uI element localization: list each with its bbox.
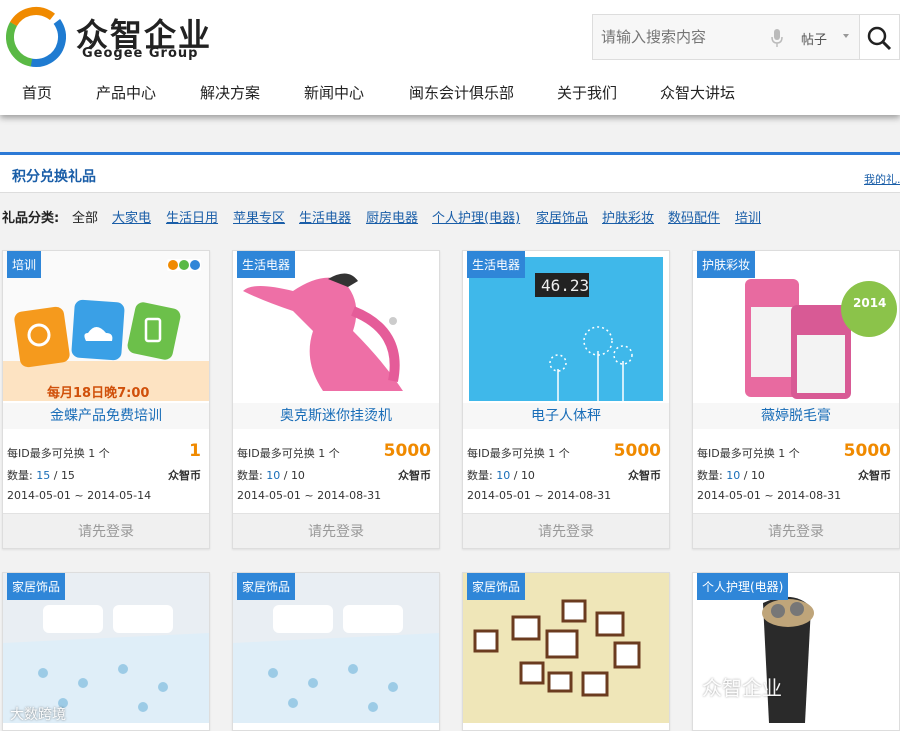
svg-text:46.23: 46.23 — [541, 276, 589, 295]
category-daily[interactable]: 生活日用 — [166, 207, 218, 226]
login-button[interactable]: 请先登录 — [3, 513, 209, 548]
date-range: 2014-05-01 ~ 2014-05-14 — [7, 489, 152, 502]
gift-title[interactable]: 金蝶产品免费培训 — [3, 403, 209, 429]
section-header: 积分兑换礼品 我的礼... — [0, 152, 900, 192]
category-personal-care[interactable]: 个人护理(电器) — [432, 207, 520, 226]
brand-logo[interactable] — [6, 6, 66, 68]
limit-text: 每ID最多可兑换 1 个 — [237, 447, 340, 460]
quantity: 数量: 10 / 10 — [697, 469, 765, 482]
points-unit: 众智币 — [858, 469, 891, 482]
category-digital[interactable]: 数码配件 — [668, 207, 720, 226]
gift-title[interactable]: 薇婷脱毛膏 — [693, 403, 899, 429]
quantity: 数量: 10 / 10 — [237, 469, 305, 482]
category-all[interactable]: 全部 — [72, 207, 98, 226]
chevron-down-icon[interactable] — [843, 34, 849, 38]
limit-text: 每ID最多可兑换 1 个 — [7, 447, 110, 460]
gift-card[interactable]: 个人护理(电器) — [692, 572, 900, 731]
search-button[interactable] — [860, 14, 900, 60]
category-filter: 礼品分类: 全部 大家电 生活日用 苹果专区 生活电器 厨房电器 个人护理(电器… — [0, 192, 900, 234]
section-title: 积分兑换礼品 — [12, 169, 96, 185]
nav-about[interactable]: 关于我们 — [557, 82, 617, 103]
site-header: 众智企业 Geogee Group 帖子 首页 产品中心 解决方案 新闻中心 闽… — [0, 0, 900, 115]
search-box: 帖子 — [592, 14, 860, 60]
date-range: 2014-05-01 ~ 2014-08-31 — [467, 489, 612, 502]
points-value: 5000 — [613, 441, 661, 461]
wechat-watermark: 众智企业 — [702, 676, 782, 700]
gift-card[interactable]: 家居饰品 — [462, 572, 670, 731]
gift-card[interactable]: 生活电器 奥克斯迷你挂烫机 每ID最多可兑换 1 个 5000 众智币 数量: … — [232, 250, 440, 549]
my-gifts-link[interactable]: 我的礼... — [864, 171, 900, 187]
search-type-select[interactable]: 帖子 — [801, 29, 827, 48]
search-input[interactable] — [601, 28, 751, 46]
nav-products[interactable]: 产品中心 — [96, 82, 156, 103]
points-value: 5000 — [843, 441, 891, 461]
nav-solutions[interactable]: 解决方案 — [200, 82, 260, 103]
gift-card[interactable]: 每月18日晚7:00 培训 金蝶产品免费培训 每ID最多可兑换 1 个 1 众智… — [2, 250, 210, 549]
gift-card[interactable]: 2014 护肤彩妆 薇婷脱毛膏 每ID最多可兑换 1 个 5000 众智币 数量… — [692, 250, 900, 549]
quantity: 数量: 10 / 10 — [467, 469, 535, 482]
category-appliances[interactable]: 大家电 — [112, 207, 151, 226]
microphone-icon[interactable] — [771, 29, 783, 47]
login-button[interactable]: 请先登录 — [233, 513, 439, 548]
nav-accounting-club[interactable]: 闽东会计俱乐部 — [409, 82, 514, 103]
main-nav: 首页 产品中心 解决方案 新闻中心 闽东会计俱乐部 关于我们 众智大讲坛 — [0, 80, 900, 106]
nav-home[interactable]: 首页 — [22, 82, 52, 103]
category-electric[interactable]: 生活电器 — [299, 207, 351, 226]
nav-news[interactable]: 新闻中心 — [304, 82, 364, 103]
category-home-decor[interactable]: 家居饰品 — [536, 207, 588, 226]
points-value: 1 — [189, 441, 201, 461]
category-tag: 家居饰品 — [237, 573, 296, 600]
svg-text:2014: 2014 — [853, 296, 886, 310]
limit-text: 每ID最多可兑换 1 个 — [697, 447, 800, 460]
points-unit: 众智币 — [168, 469, 201, 482]
quantity: 数量: 15 / 15 — [7, 469, 75, 482]
points-value: 5000 — [383, 441, 431, 461]
nav-lecture[interactable]: 众智大讲坛 — [660, 82, 735, 103]
category-training[interactable]: 培训 — [735, 207, 761, 226]
category-skincare[interactable]: 护肤彩妆 — [602, 207, 654, 226]
search-icon — [867, 26, 892, 51]
category-tag: 家居饰品 — [467, 573, 526, 600]
category-tag: 护肤彩妆 — [697, 251, 756, 278]
svg-text:每月18日晚7:00: 每月18日晚7:00 — [47, 385, 149, 401]
category-tag: 家居饰品 — [7, 573, 66, 600]
points-unit: 众智币 — [628, 469, 661, 482]
brand-subtitle: Geogee Group — [82, 46, 199, 61]
category-tag: 生活电器 — [237, 251, 296, 278]
login-button[interactable]: 请先登录 — [693, 513, 899, 548]
gift-card[interactable]: 家居饰品 — [232, 572, 440, 731]
category-tag: 生活电器 — [467, 251, 526, 278]
category-apple[interactable]: 苹果专区 — [233, 207, 285, 226]
category-kitchen[interactable]: 厨房电器 — [366, 207, 418, 226]
limit-text: 每ID最多可兑换 1 个 — [467, 447, 570, 460]
points-unit: 众智币 — [398, 469, 431, 482]
gift-title[interactable]: 奥克斯迷你挂烫机 — [233, 403, 439, 429]
category-tag: 培训 — [7, 251, 42, 278]
gift-card[interactable]: 46.23 生活电器 电子人体秤 每ID最多可兑换 1 个 5000 众智币 数… — [462, 250, 670, 549]
bottom-watermark: 大数跨境 — [10, 707, 66, 723]
date-range: 2014-05-01 ~ 2014-08-31 — [697, 489, 842, 502]
category-tag: 个人护理(电器) — [697, 573, 789, 600]
gift-title[interactable]: 电子人体秤 — [463, 403, 669, 429]
category-label: 礼品分类: — [2, 211, 60, 226]
date-range: 2014-05-01 ~ 2014-08-31 — [237, 489, 382, 502]
login-button[interactable]: 请先登录 — [463, 513, 669, 548]
